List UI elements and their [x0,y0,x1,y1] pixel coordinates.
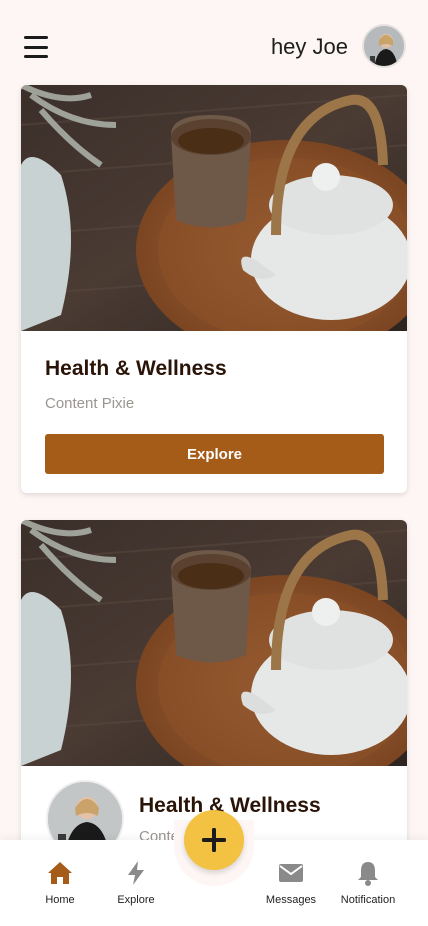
hamburger-menu-icon[interactable] [24,36,48,58]
bell-icon [332,858,404,888]
home-icon [24,858,96,888]
card-subtitle: Content Pixie [45,395,135,412]
content-card[interactable]: Health & Wellness Content Pixie Explore [21,85,407,493]
greeting-text: hey Joe [270,34,348,59]
tea-pot-image [21,520,407,766]
user-avatar[interactable] [362,24,406,68]
card-body: Health & Wellness Content Pixie Explore [21,357,407,474]
add-button[interactable] [184,810,244,870]
card-title: Health & Wellness [45,357,227,380]
lightning-icon [100,858,172,888]
nav-label: Notification [340,894,396,906]
plus-icon [202,828,226,852]
explore-button[interactable]: Explore [45,434,384,474]
app-header: hey Joe [0,0,428,90]
nav-label: Messages [265,894,317,906]
nav-item-notification[interactable]: Notification [332,858,404,906]
nav-item-home[interactable]: Home [24,858,96,906]
envelope-icon [255,858,327,888]
nav-label: Home [45,894,75,906]
nav-item-messages[interactable]: Messages [255,858,327,906]
content-card[interactable]: Health & Wellness Content Pixie [21,520,407,860]
nav-label: Explore [117,894,155,906]
tea-pot-image [21,85,407,331]
nav-item-explore[interactable]: Explore [100,858,172,906]
